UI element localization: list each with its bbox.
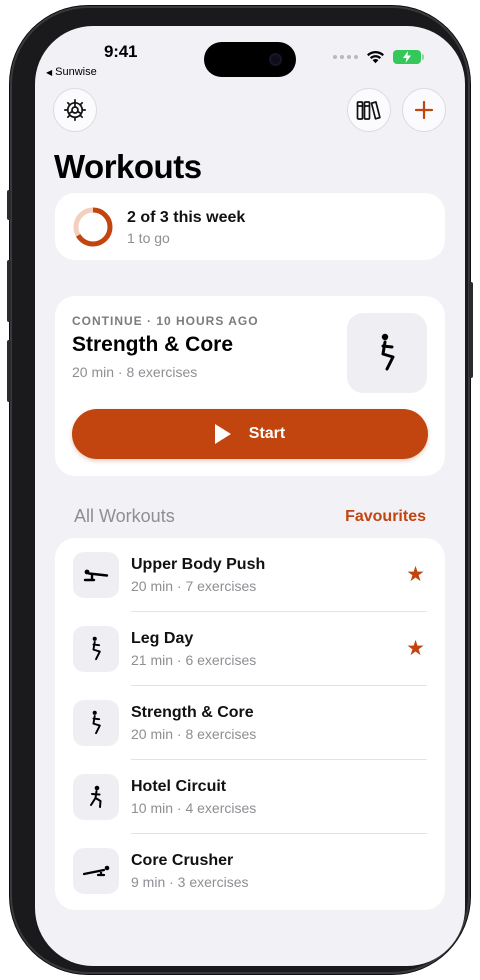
plus-icon <box>414 100 434 120</box>
workout-meta: 10 min · 4 exercises <box>131 800 257 816</box>
workout-meta: 9 min · 3 exercises <box>131 874 249 890</box>
back-app-label: Sunwise <box>55 66 97 78</box>
continue-workout-meta: 20 min · 8 exercises <box>72 364 198 380</box>
battery-charging-icon <box>393 50 424 64</box>
list-item[interactable]: Upper Body Push 20 min · 7 exercises ★ <box>55 538 445 612</box>
phone-frame: 9:41 ◀ Sunwise Workouts 2 of 3 this week… <box>7 6 473 974</box>
status-icons <box>333 50 424 64</box>
continue-workout-thumbnail <box>347 313 427 393</box>
squat-icon <box>92 710 101 735</box>
continue-label: CONTINUE · 10 HOURS AGO <box>72 314 259 328</box>
back-triangle-icon: ◀ <box>46 67 53 77</box>
continue-workout-name: Strength & Core <box>72 333 234 356</box>
workout-thumbnail <box>73 774 119 820</box>
progress-ring <box>73 207 113 247</box>
back-to-app-link[interactable]: ◀ Sunwise <box>46 66 97 78</box>
progress-title: 2 of 3 this week <box>127 209 246 226</box>
add-workout-button[interactable] <box>402 88 446 132</box>
library-icon <box>356 101 381 120</box>
list-item[interactable]: Strength & Core 20 min · 8 exercises <box>55 686 445 760</box>
list-item[interactable]: Leg Day 21 min · 6 exercises ★ <box>55 612 445 686</box>
library-button[interactable] <box>347 88 391 132</box>
wifi-icon <box>367 50 384 64</box>
page-title: Workouts <box>54 148 202 185</box>
workout-name: Core Crusher <box>131 852 234 869</box>
workout-name: Leg Day <box>131 630 194 647</box>
workout-meta: 20 min · 8 exercises <box>131 726 257 742</box>
squat-icon <box>92 636 101 661</box>
workout-thumbnail <box>73 700 119 746</box>
lunge-icon <box>90 785 102 808</box>
app-screen: 9:41 ◀ Sunwise Workouts 2 of 3 this week… <box>35 26 465 966</box>
list-item[interactable]: Core Crusher 9 min · 3 exercises <box>55 834 445 908</box>
workout-thumbnail <box>73 626 119 672</box>
status-time: 9:41 <box>104 42 138 61</box>
all-workouts-heading: All Workouts <box>74 506 175 526</box>
squat-icon <box>381 333 395 371</box>
favourites-link[interactable]: Favourites <box>345 508 426 526</box>
power-button <box>469 282 473 378</box>
workout-thumbnail <box>73 552 119 598</box>
workout-name: Strength & Core <box>131 704 254 721</box>
signal-icon <box>333 55 358 59</box>
favourite-star-icon[interactable]: ★ <box>406 638 425 659</box>
pushup-icon <box>83 569 109 582</box>
settings-button[interactable] <box>53 88 97 132</box>
dynamic-island <box>204 42 296 77</box>
play-icon <box>214 424 231 444</box>
workout-thumbnail <box>73 848 119 894</box>
workout-meta: 20 min · 7 exercises <box>131 578 257 594</box>
workout-name: Upper Body Push <box>131 556 266 573</box>
workout-meta: 21 min · 6 exercises <box>131 652 257 668</box>
progress-subtitle: 1 to go <box>127 230 170 246</box>
gear-icon <box>63 98 87 122</box>
silent-switch <box>7 190 11 220</box>
weekly-progress-card[interactable]: 2 of 3 this week 1 to go <box>55 193 445 260</box>
workouts-list: Upper Body Push 20 min · 7 exercises ★ L… <box>55 538 445 910</box>
continue-workout-card[interactable]: CONTINUE · 10 HOURS AGO Strength & Core … <box>55 296 445 476</box>
favourite-star-icon[interactable]: ★ <box>406 564 425 585</box>
start-label: Start <box>248 425 286 442</box>
workout-name: Hotel Circuit <box>131 778 227 795</box>
plank-icon <box>82 865 110 877</box>
volume-down-button <box>7 340 11 402</box>
list-item[interactable]: Hotel Circuit 10 min · 4 exercises <box>55 760 445 834</box>
volume-up-button <box>7 260 11 322</box>
start-button[interactable]: Start <box>72 409 428 459</box>
